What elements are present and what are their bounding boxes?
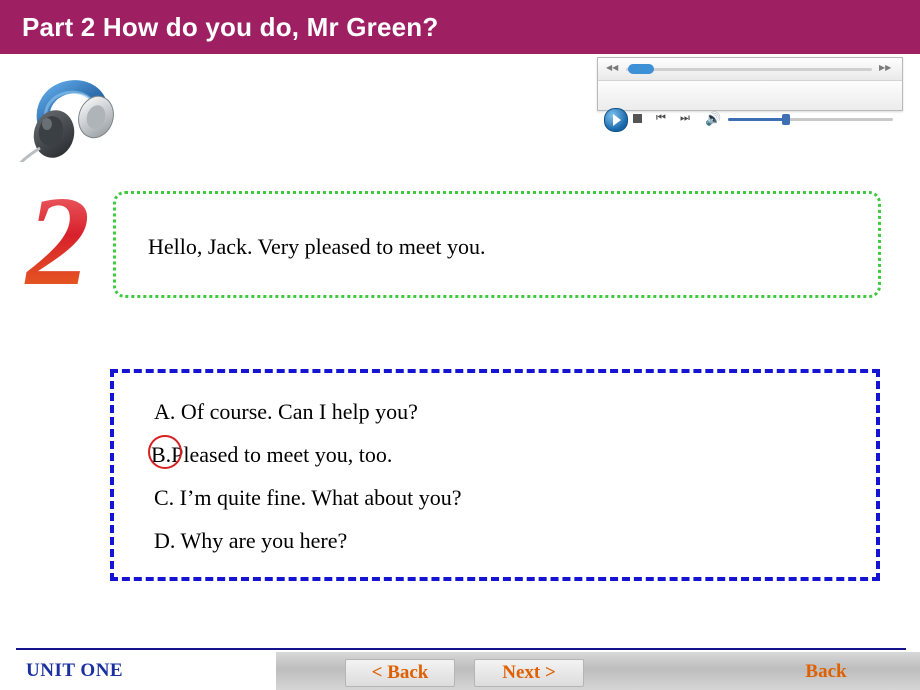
headset-illustration — [9, 62, 130, 180]
footer-divider — [16, 648, 906, 650]
media-player[interactable]: ◀◀ ▶▶ ⏮ ⏭ 🔊 — [597, 57, 903, 132]
volume-fill — [728, 118, 785, 121]
option-a[interactable]: A. Of course. Can I help you? — [154, 399, 418, 425]
play-icon[interactable] — [604, 108, 628, 132]
option-c[interactable]: C. I’m quite fine. What about you? — [154, 485, 462, 511]
volume-thumb[interactable] — [782, 114, 790, 125]
option-b[interactable]: B.Pleased to meet you, too. — [151, 442, 392, 468]
title-bar: Part 2 How do you do, Mr Green? — [0, 0, 920, 54]
next-button[interactable]: Next > — [474, 659, 584, 687]
previous-track-icon[interactable]: ⏮ — [656, 113, 668, 124]
question-prompt: Hello, Jack. Very pleased to meet you. — [148, 234, 486, 259]
options-box: A. Of course. Can I help you? B.Pleased … — [110, 369, 880, 581]
option-d[interactable]: D. Why are you here? — [154, 528, 347, 554]
unit-label: UNIT ONE — [26, 660, 124, 681]
media-player-controls: ⏮ ⏭ 🔊 — [598, 81, 902, 132]
stop-icon[interactable] — [633, 114, 642, 123]
question-box: Hello, Jack. Very pleased to meet you. — [113, 191, 881, 298]
back-button[interactable]: < Back — [345, 659, 455, 687]
next-track-icon[interactable]: ⏭ — [680, 113, 692, 124]
item-number: 2 — [8, 177, 108, 305]
page-title: Part 2 How do you do, Mr Green? — [22, 12, 439, 42]
seek-thumb[interactable] — [628, 64, 654, 74]
fast-forward-icon[interactable]: ▶▶ — [879, 63, 891, 73]
media-player-seek-area[interactable]: ◀◀ ▶▶ — [598, 58, 902, 81]
volume-icon[interactable]: 🔊 — [705, 112, 721, 125]
seek-track[interactable] — [626, 68, 872, 71]
selected-answer-circle — [148, 435, 182, 469]
rewind-icon[interactable]: ◀◀ — [606, 63, 618, 73]
back-link[interactable]: Back — [770, 659, 882, 685]
